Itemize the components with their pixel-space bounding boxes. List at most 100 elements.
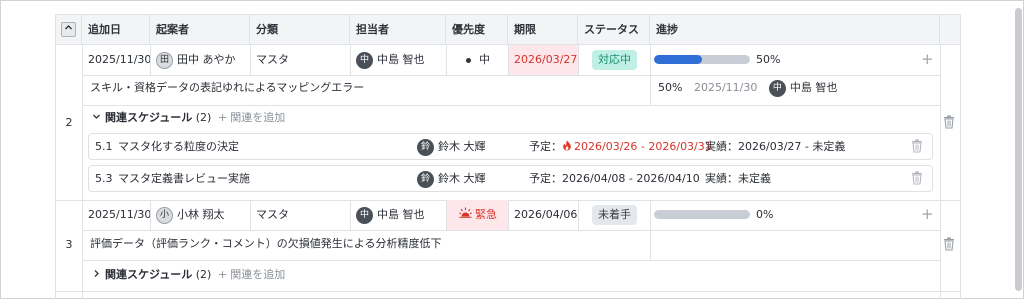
priority-label: 緊急	[475, 208, 497, 221]
add-related-button[interactable]: + 関連を追加	[218, 260, 285, 290]
divider	[150, 45, 151, 75]
added-date: 2025/11/30	[88, 208, 152, 221]
progress-fill	[654, 55, 702, 64]
fire-icon	[562, 135, 572, 160]
schedule-title: マスタ化する粒度の決定	[118, 140, 239, 153]
proposer-cell: 小小林 翔太	[156, 200, 225, 230]
assignee-cell: 中中島 智也	[356, 200, 425, 230]
add-related-label: 関連を追加	[230, 268, 286, 281]
latest-date: 2025/11/30	[693, 81, 758, 94]
table-header: 追加日 起案者 分類 担当者 優先度 期限 ステータス 進捗	[56, 15, 960, 45]
trash-icon[interactable]	[943, 115, 957, 131]
row-number: 2	[65, 116, 73, 129]
divider	[350, 200, 351, 230]
divider	[578, 45, 579, 75]
schedule-planned: 予定：2026/04/08 - 2026/04/10	[529, 166, 700, 191]
proposer-name: 小林 翔太	[177, 208, 225, 221]
divider	[940, 45, 941, 299]
deadline: 2026/03/27	[509, 45, 578, 75]
related-toggle[interactable]: 関連スケジュール (2)	[92, 103, 211, 133]
avatar: 小	[156, 206, 173, 224]
schedule-item[interactable]: 5.1 マスタ化する粒度の決定 鈴鈴木 大輝 予定： 2026/03/26 - …	[88, 133, 933, 160]
divider	[578, 200, 579, 230]
related-label: 関連スケジュール	[105, 268, 193, 281]
category: マスタ	[256, 53, 289, 66]
schedule-title: マスタ定義書レビュー実施	[118, 172, 250, 185]
divider	[82, 45, 83, 200]
assignee-name: 中島 智也	[377, 53, 425, 66]
priority-cell: 緊急	[447, 200, 508, 230]
header-deadline[interactable]: 期限	[508, 15, 578, 45]
header-proposer[interactable]: 起案者	[150, 15, 250, 45]
person-name: 鈴木 大輝	[438, 140, 486, 153]
issue-table: 追加日 起案者 分類 担当者 優先度 期限 ステータス 進捗 2 2025/11…	[55, 14, 961, 299]
header-category[interactable]: 分類	[250, 15, 350, 45]
latest-progress: 50%	[658, 81, 683, 94]
chevron-right-icon	[92, 260, 101, 290]
schedule-code: 5.3	[95, 172, 113, 185]
related-count: (2)	[195, 111, 212, 124]
divider	[150, 200, 151, 230]
divider	[508, 200, 509, 230]
related-label: 関連スケジュール	[105, 111, 193, 124]
plus-icon: +	[218, 111, 228, 124]
planned-label: 予定：	[529, 172, 562, 185]
avatar: 中	[768, 79, 786, 97]
status-badge[interactable]: 対応中	[592, 50, 637, 70]
trash-icon[interactable]	[911, 171, 925, 187]
divider	[446, 45, 447, 75]
header-progress[interactable]: 進捗	[650, 15, 940, 45]
divider	[82, 200, 83, 299]
progress-bar	[654, 55, 750, 64]
trash-icon[interactable]	[911, 139, 925, 155]
avatar: 鈴	[417, 170, 434, 188]
status-badge[interactable]: 未着手	[592, 205, 637, 225]
avatar: 田	[156, 51, 173, 69]
plus-icon[interactable]: +	[921, 207, 934, 222]
related-toggle[interactable]: 関連スケジュール (2)	[92, 260, 211, 290]
assignee-cell: 中中島 智也	[356, 45, 425, 75]
plus-icon: +	[218, 268, 228, 281]
divider	[56, 291, 960, 292]
plus-icon[interactable]: +	[921, 52, 934, 67]
schedule-code: 5.1	[95, 140, 113, 153]
chevron-up-icon[interactable]	[61, 22, 76, 37]
planned-range: 2026/04/08 - 2026/04/10	[562, 172, 700, 185]
dot-icon	[466, 57, 471, 63]
schedule-person: 鈴鈴木 大輝	[417, 166, 486, 191]
proposer-cell: 田田中 あやか	[156, 45, 236, 75]
avatar: 中	[356, 51, 373, 69]
schedule-item[interactable]: 5.3 マスタ定義書レビュー実施 鈴鈴木 大輝 予定：2026/04/08 - …	[88, 165, 933, 192]
assignee-name: 中島 智也	[377, 208, 425, 221]
row-number: 3	[65, 238, 73, 251]
schedule-planned: 予定： 2026/03/26 - 2026/03/31	[529, 134, 712, 159]
related-count: (2)	[195, 268, 212, 281]
schedule-actual: 実績：未定義	[705, 172, 771, 185]
header-status[interactable]: ステータス	[578, 15, 650, 45]
divider	[250, 200, 251, 230]
divider	[350, 45, 351, 75]
issue-title: 評価データ（評価ランク・コメント）の欠損値発生による分析精度低下	[90, 237, 442, 250]
vertical-scrollbar[interactable]	[1015, 8, 1022, 291]
issue-title: スキル・資格データの表記ゆれによるマッピングエラー	[90, 81, 365, 94]
add-related-label: 関連を追加	[230, 111, 286, 124]
priority-cell: 中	[466, 45, 490, 75]
header-priority[interactable]: 優先度	[446, 15, 508, 45]
progress-bar	[654, 210, 750, 219]
header-assignee[interactable]: 担当者	[350, 15, 446, 45]
add-related-button[interactable]: + 関連を追加	[218, 103, 285, 133]
alert-sun-icon	[459, 200, 472, 230]
priority-label: 中	[479, 53, 490, 66]
deadline: 2026/04/06	[514, 208, 578, 221]
planned-label: 予定：	[529, 140, 562, 153]
divider	[250, 45, 251, 75]
person-name: 鈴木 大輝	[438, 172, 486, 185]
avatar: 中	[356, 206, 373, 224]
chevron-down-icon	[92, 103, 101, 133]
latest-update: 50% 2025/11/30 中中島 智也	[658, 73, 837, 103]
planned-range: 2026/03/26 - 2026/03/31	[574, 140, 712, 153]
category: マスタ	[256, 208, 289, 221]
trash-icon[interactable]	[943, 237, 957, 253]
added-date: 2025/11/30	[88, 53, 152, 66]
header-added-date[interactable]: 追加日	[82, 15, 150, 45]
